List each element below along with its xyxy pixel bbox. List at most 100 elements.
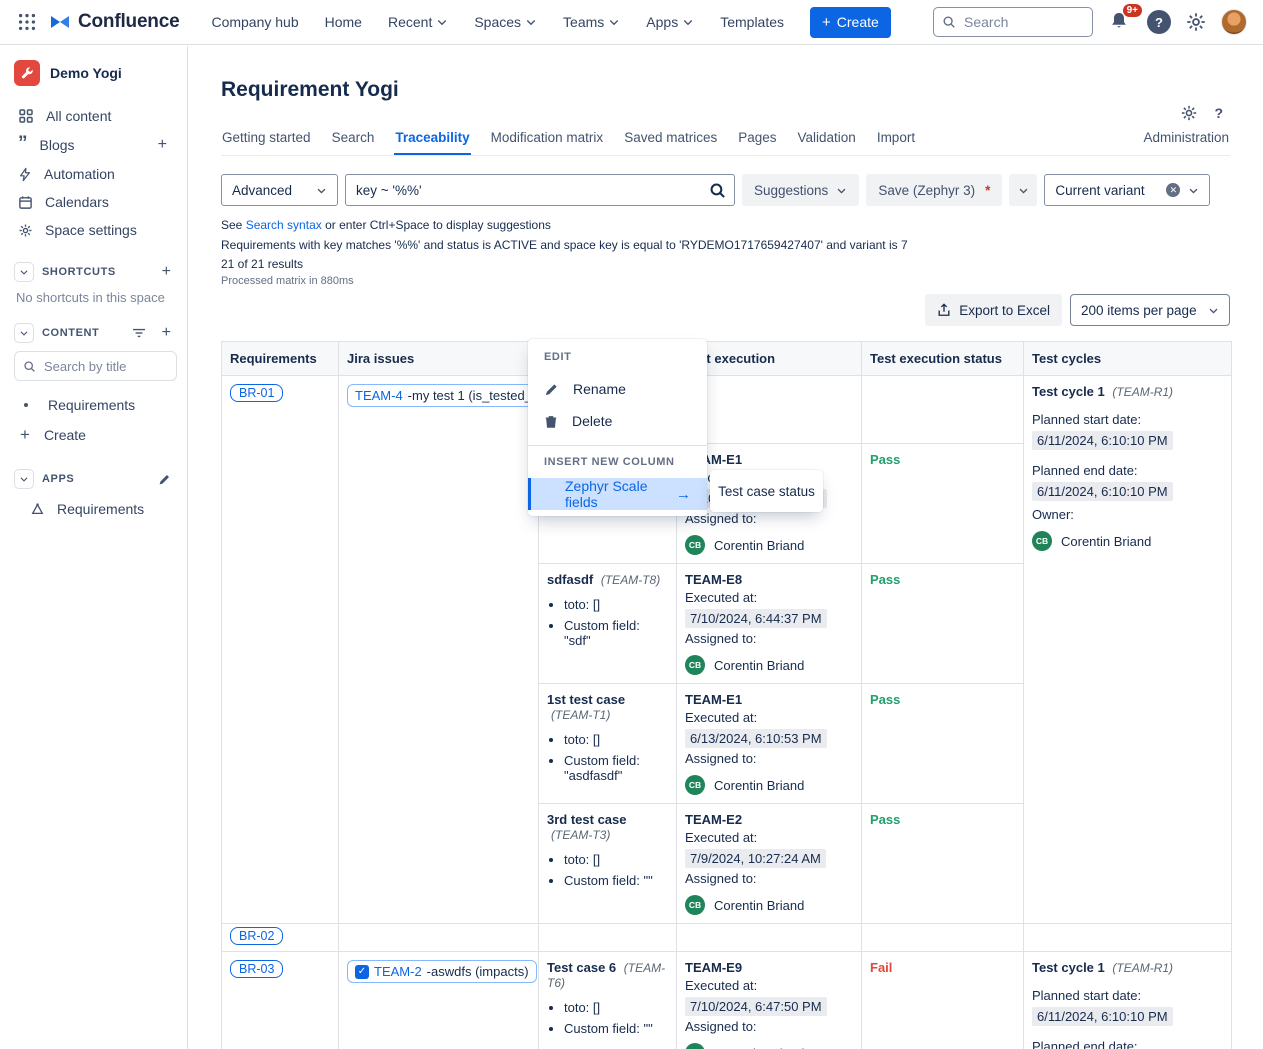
space-header[interactable]: Demo Yogi [14, 60, 177, 86]
tab-import[interactable]: Import [876, 126, 916, 155]
status-badge: Pass [870, 572, 900, 587]
global-search[interactable] [933, 7, 1093, 37]
date-badge: 7/9/2024, 10:27:24 AM [685, 849, 826, 868]
search-hint: See Search syntax or enter Ctrl+Space to… [221, 218, 1230, 232]
avatar: CB [685, 775, 705, 795]
tab-administration[interactable]: Administration [1142, 126, 1230, 155]
tab-pages[interactable]: Pages [737, 126, 777, 155]
requirement-link[interactable]: BR-03 [230, 960, 283, 978]
column-context-menu: EDIT Rename Delete INSERT NEW COLUMN Zep… [528, 339, 707, 516]
tab-search[interactable]: Search [331, 126, 376, 155]
space-name: Demo Yogi [50, 65, 122, 81]
global-search-input[interactable] [964, 14, 1074, 30]
create-button[interactable]: + Create [810, 7, 891, 38]
status-badge: Pass [870, 692, 900, 707]
help-button[interactable]: ? [1147, 10, 1171, 34]
test-cycle-cell: Test cycle 1 (TEAM-R1) Planned start dat… [1024, 952, 1232, 1049]
checkbox-icon: ✓ [355, 965, 369, 979]
export-excel-button[interactable]: Export to Excel [925, 294, 1062, 326]
shortcuts-collapse-button[interactable] [14, 262, 34, 282]
avatar: CB [685, 1043, 705, 1049]
page-size-select[interactable]: 200 items per page [1070, 294, 1230, 326]
suggestions-button[interactable]: Suggestions [742, 174, 859, 206]
notifications-button[interactable]: 9+ [1107, 9, 1133, 35]
table-row: BR-03 ✓ TEAM-2-aswdfs (impacts) Test cas… [222, 952, 1232, 1049]
save-button[interactable]: Save (Zephyr 3)* [866, 174, 1002, 206]
sidebar-item-automation[interactable]: Automation [14, 160, 177, 188]
table-header-row: Requirements Jira issues Test cases Test… [222, 342, 1232, 376]
chevron-down-icon [436, 16, 448, 28]
user-avatar[interactable] [1221, 9, 1247, 35]
chevron-down-icon [1188, 185, 1199, 196]
page-help-button[interactable]: ? [1214, 105, 1223, 121]
date-badge: 7/10/2024, 6:44:37 PM [685, 609, 827, 628]
nav-apps[interactable]: Apps [638, 8, 702, 36]
content-search-input[interactable] [44, 359, 154, 374]
tab-traceability[interactable]: Traceability [394, 126, 470, 155]
confluence-logo-text: Confluence [78, 11, 179, 33]
requirements-app-icon [30, 502, 45, 516]
processing-time: Processed matrix in 880ms [221, 275, 1230, 287]
settings-gear-button[interactable] [1185, 11, 1207, 33]
add-content-icon[interactable]: + [162, 324, 177, 342]
edit-apps-icon[interactable] [158, 473, 171, 486]
nav-teams[interactable]: Teams [555, 8, 628, 36]
clear-variant-icon[interactable]: ✕ [1166, 183, 1180, 197]
nav-templates[interactable]: Templates [712, 8, 792, 36]
content-collapse-button[interactable] [14, 323, 34, 343]
save-options-button[interactable] [1009, 174, 1037, 206]
test-case-cell: 1st test case (TEAM-T1) toto: [] Custom … [539, 684, 677, 804]
tab-validation[interactable]: Validation [797, 126, 857, 155]
menu-item-rename[interactable]: Rename [528, 373, 707, 405]
nav-recent[interactable]: Recent [380, 8, 456, 36]
sidebar-item-create-page[interactable]: + Create [14, 419, 177, 451]
test-case-cell: sdfasdf (TEAM-T8) toto: [] Custom field:… [539, 564, 677, 684]
sidebar-item-all-content[interactable]: All content [14, 102, 177, 130]
chevron-down-icon [316, 185, 327, 196]
app-switcher-icon[interactable] [16, 11, 38, 33]
menu-item-zephyr-scale-fields[interactable]: Zephyr Scale fields → [528, 478, 707, 510]
run-search-button[interactable] [700, 175, 734, 205]
filter-icon[interactable] [132, 327, 146, 339]
date-badge: 6/11/2024, 6:10:10 PM [1032, 431, 1173, 450]
trash-icon [544, 414, 558, 429]
test-execution-cell: TEAM-E8 Executed at: 7/10/2024, 6:44:37 … [677, 564, 862, 684]
menu-item-delete[interactable]: Delete [528, 405, 707, 437]
jira-issue-link[interactable]: TEAM-4-my test 1 (is_tested_by) [347, 384, 558, 407]
sidebar-item-space-settings[interactable]: Space settings [14, 216, 177, 244]
add-blog-icon[interactable]: + [158, 136, 173, 154]
chevron-down-icon [19, 474, 29, 484]
nav-spaces[interactable]: Spaces [466, 8, 545, 36]
sidebar-item-requirements-app[interactable]: Requirements [14, 495, 177, 523]
query-input[interactable] [346, 183, 700, 198]
avatar: CB [685, 655, 705, 675]
submenu-test-case-status[interactable]: Test case status [710, 470, 823, 512]
matrix-settings-button[interactable] [1180, 104, 1198, 122]
test-cycle-cell: Test cycle 1 (TEAM-R1) Planned start dat… [1024, 376, 1232, 924]
search-syntax-link[interactable]: Search syntax [246, 218, 322, 232]
tab-saved-matrices[interactable]: Saved matrices [623, 126, 718, 155]
tab-getting-started[interactable]: Getting started [221, 126, 312, 155]
tab-modification-matrix[interactable]: Modification matrix [490, 126, 605, 155]
content-search[interactable] [14, 351, 177, 381]
plus-icon: + [822, 14, 831, 31]
apps-collapse-button[interactable] [14, 469, 34, 489]
test-execution-cell: TEAM-E2 Executed at: 7/9/2024, 10:27:24 … [677, 804, 862, 924]
nav-home[interactable]: Home [317, 8, 370, 36]
jira-issue-link[interactable]: ✓ TEAM-2-aswdfs (impacts) [347, 960, 537, 983]
search-mode-select[interactable]: Advanced [221, 174, 338, 206]
add-shortcut-icon[interactable]: + [162, 263, 177, 281]
status-badge: Pass [870, 452, 900, 467]
sidebar-item-blogs[interactable]: ” Blogs + [14, 130, 177, 160]
requirement-link[interactable]: BR-01 [230, 384, 283, 402]
confluence-logo[interactable]: Confluence [48, 10, 179, 34]
nav-company-hub[interactable]: Company hub [203, 8, 306, 36]
sidebar-item-requirements-page[interactable]: Requirements [14, 391, 177, 419]
requirement-link[interactable]: BR-02 [230, 927, 283, 945]
status-badge: Fail [870, 960, 892, 975]
arrow-right-icon: → [676, 486, 691, 503]
avatar: CB [1032, 531, 1052, 551]
test-execution-cell: TEAM-E9 Executed at: 7/10/2024, 6:47:50 … [677, 952, 862, 1049]
sidebar-item-calendars[interactable]: Calendars [14, 188, 177, 216]
variant-select[interactable]: Current variant ✕ [1044, 174, 1210, 206]
